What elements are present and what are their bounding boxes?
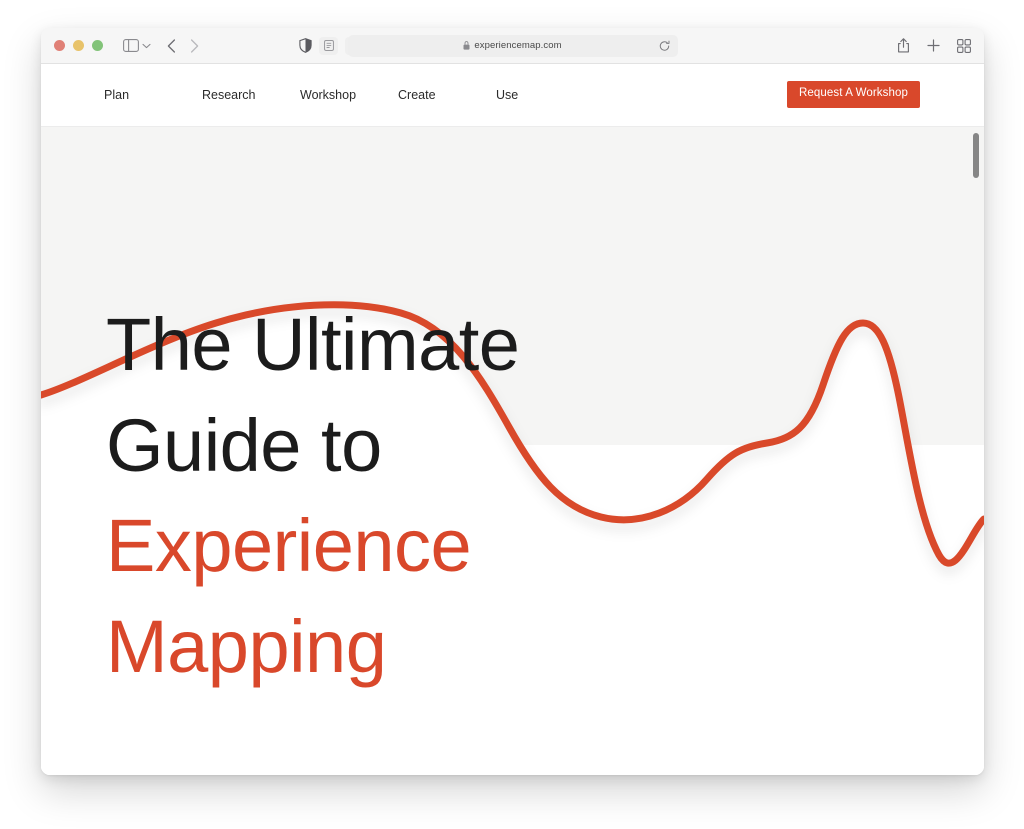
reader-view-icon[interactable] xyxy=(319,36,338,55)
nav-item-use[interactable]: Use xyxy=(496,88,594,102)
hero-heading: The Ultimate Guide to Experience Mapping xyxy=(106,295,520,698)
shield-privacy-icon[interactable] xyxy=(299,38,312,53)
share-icon[interactable] xyxy=(897,38,910,53)
hero-heading-line-2: Guide to xyxy=(106,403,382,487)
browser-window: experiencemap.com Plan Research Workshop… xyxy=(41,28,984,775)
address-bar[interactable]: experiencemap.com xyxy=(347,34,678,57)
sidebar-icon[interactable] xyxy=(123,39,139,52)
back-arrow-icon[interactable] xyxy=(167,38,176,53)
nav-item-create[interactable]: Create xyxy=(398,88,496,102)
browser-toolbar: experiencemap.com xyxy=(41,28,984,64)
request-a-workshop-button[interactable]: Request A Workshop xyxy=(787,81,920,108)
close-window-button[interactable] xyxy=(54,40,65,51)
address-bar-text: experiencemap.com xyxy=(474,40,562,51)
window-traffic-lights xyxy=(54,40,103,51)
minimize-window-button[interactable] xyxy=(73,40,84,51)
hero-heading-line-4: Mapping xyxy=(106,604,387,688)
plus-icon[interactable] xyxy=(927,39,940,52)
sidebar-controls xyxy=(123,39,151,52)
hero-section: The Ultimate Guide to Experience Mapping xyxy=(41,127,984,775)
page-scrollbar[interactable] xyxy=(971,128,982,775)
page-scrollbar-thumb[interactable] xyxy=(973,133,979,178)
lock-icon xyxy=(463,41,470,50)
nav-links: Plan Research Workshop Create Use xyxy=(104,88,594,102)
chevron-down-icon[interactable] xyxy=(142,43,151,49)
tab-overview-icon[interactable] xyxy=(957,38,971,53)
forward-arrow-icon[interactable] xyxy=(190,38,199,53)
reload-icon[interactable] xyxy=(659,40,670,51)
hero-heading-line-3: Experience xyxy=(106,504,472,588)
maximize-window-button[interactable] xyxy=(92,40,103,51)
navigation-arrows xyxy=(167,38,199,53)
nav-item-workshop[interactable]: Workshop xyxy=(300,88,398,102)
hero-heading-line-1: The Ultimate xyxy=(106,303,520,386)
web-page-viewport: Plan Research Workshop Create Use Reques… xyxy=(41,64,984,775)
site-navigation-bar: Plan Research Workshop Create Use Reques… xyxy=(41,64,984,127)
nav-item-research[interactable]: Research xyxy=(202,88,300,102)
nav-item-plan[interactable]: Plan xyxy=(104,88,202,102)
toolbar-right-controls xyxy=(897,38,971,53)
